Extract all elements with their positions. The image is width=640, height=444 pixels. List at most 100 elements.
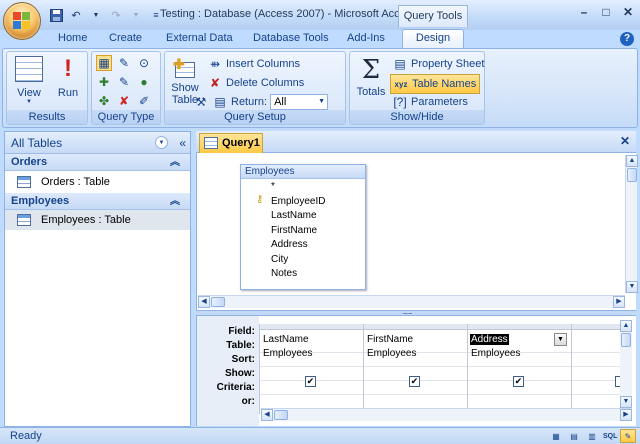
view-button[interactable]: View ▼ [11,56,47,105]
dropdown-icon[interactable]: ▼ [88,7,104,23]
column-selector[interactable] [572,324,622,330]
close-icon[interactable]: ✕ [618,4,638,20]
nav-item-label: Employees : Table [41,214,131,226]
redo-icon[interactable]: ↷ [108,7,124,23]
builder-icon[interactable]: ⚒ [193,94,209,110]
show-checkbox[interactable]: ✔ [305,376,316,387]
return-select[interactable]: All ▼ [270,94,329,110]
update-query-icon[interactable]: ✎ [116,74,132,90]
scroll-thumb[interactable] [274,410,288,420]
column-selector[interactable] [468,324,571,330]
data-definition-icon[interactable]: ✐ [136,93,152,109]
field-item[interactable]: FirstName [271,225,317,236]
column-selector[interactable] [260,324,363,330]
grid-horizontal-scrollbar[interactable]: ◀ ▶ [261,408,632,421]
append-query-icon[interactable]: ✚ [96,74,112,90]
crosstab-query-icon[interactable]: ⊙ [136,55,152,71]
pass-through-icon[interactable]: ✤ [96,93,112,109]
nav-item-employees-table[interactable]: Employees : Table [5,210,190,230]
close-document-icon[interactable]: ✕ [620,134,630,148]
scroll-right-icon[interactable]: ▶ [620,409,632,421]
help-icon[interactable]: ? [620,32,634,46]
grid-table-cell[interactable]: Employees [471,348,520,359]
grid-column[interactable]: FirstName Employees ✔ [363,324,467,414]
maximize-icon[interactable]: □ [596,4,616,20]
delete-query-icon[interactable]: ✘ [116,93,132,109]
union-query-icon[interactable]: ● [136,74,152,90]
property-sheet-button[interactable]: ▤ Property Sheet [392,56,484,72]
show-checkbox[interactable]: ✔ [513,376,524,387]
grid-table-cell[interactable]: Employees [367,348,416,359]
office-button[interactable] [3,2,41,40]
scroll-left-icon[interactable]: ◀ [198,296,210,308]
dropdown-icon[interactable]: ▼ [128,7,144,23]
grid-column[interactable]: LastName Employees ✔ [259,324,363,414]
nav-item-label: Orders : Table [41,176,110,188]
collapse-group-icon: ︽ [170,157,180,168]
row-label-criteria: Criteria: [216,382,255,393]
tab-external-data[interactable]: External Data [166,30,233,48]
status-text: Ready [10,430,42,442]
field-list-employees[interactable]: Employees * ⚷ EmployeeID LastName FirstN… [240,164,366,290]
scroll-down-icon[interactable]: ▼ [620,396,632,408]
grid-field-cell[interactable]: LastName [263,334,309,345]
nav-menu-icon[interactable]: ▼ [155,136,168,149]
grid-vertical-scrollbar[interactable]: ▲ ▼ [620,320,632,408]
grid-column[interactable] [571,324,622,414]
nav-group-employees[interactable]: Employees ︽ [5,193,190,210]
field-item[interactable]: City [271,254,288,265]
scroll-left-icon[interactable]: ◀ [261,409,273,421]
pivot-table-view-icon[interactable]: ▤ [566,429,582,443]
insert-columns-button[interactable]: ⇻ Insert Columns [207,56,300,72]
field-item[interactable]: * [271,181,275,192]
tab-home[interactable]: Home [58,30,87,48]
totals-button[interactable]: Σ Totals [353,56,389,98]
delete-columns-button[interactable]: ✘ Delete Columns [207,75,304,91]
navigation-pane: All Tables ▼ « Orders ︽ Orders : Table E… [4,131,191,427]
upper-vertical-scrollbar[interactable]: ▲ ▼ [625,155,638,293]
show-checkbox[interactable]: ✔ [409,376,420,387]
parameters-button[interactable]: [?] Parameters [392,94,468,110]
collapse-pane-icon[interactable]: « [179,132,186,154]
field-item[interactable]: LastName [271,210,317,221]
tab-design[interactable]: Design [402,29,464,49]
nav-header[interactable]: All Tables ▼ « [5,132,190,154]
field-item[interactable]: Address [271,239,308,250]
grid-field-cell[interactable]: FirstName [367,334,413,345]
design-view-icon[interactable]: ✎ [620,429,636,443]
make-table-query-icon[interactable]: ✎ [116,55,132,71]
field-item[interactable]: EmployeeID [271,196,325,207]
column-selector[interactable] [364,324,467,330]
tab-add-ins[interactable]: Add-Ins [347,30,385,48]
scroll-thumb[interactable] [627,168,637,182]
chevron-down-icon: ▼ [318,98,326,105]
field-list-title[interactable]: Employees [241,165,365,179]
row-label-table: Table: [226,340,255,351]
save-icon[interactable] [48,7,64,23]
run-button[interactable]: ! Run [51,56,85,100]
nav-item-orders-table[interactable]: Orders : Table [5,172,190,192]
field-item[interactable]: Notes [271,268,297,279]
undo-icon[interactable]: ↶ [68,7,84,23]
scroll-thumb[interactable] [211,297,225,307]
datasheet-view-icon[interactable]: ▦ [548,429,564,443]
select-query-icon[interactable]: ▦ [96,55,112,71]
table-names-button[interactable]: xyz Table Names [390,74,481,94]
scroll-down-icon[interactable]: ▼ [626,281,638,293]
grid-column[interactable]: Address ▼ Employees ✔ [467,324,571,414]
chevron-down-icon[interactable]: ▼ [554,333,567,346]
scroll-up-icon[interactable]: ▲ [620,320,632,332]
tab-database-tools[interactable]: Database Tools [253,30,329,48]
scroll-up-icon[interactable]: ▲ [626,155,638,167]
minimize-icon[interactable]: – [574,4,594,20]
scroll-thumb[interactable] [621,333,631,347]
totals-label: Totals [356,86,386,98]
pivot-chart-view-icon[interactable]: ▥ [584,429,600,443]
nav-group-orders[interactable]: Orders ︽ [5,154,190,171]
sql-view-icon[interactable]: SQL [602,429,618,443]
grid-table-cell[interactable]: Employees [263,348,312,359]
tab-create[interactable]: Create [109,30,142,48]
scroll-right-icon[interactable]: ▶ [613,296,625,308]
grid-field-cell[interactable]: Address [470,334,509,345]
tab-query1[interactable]: Query1 [199,133,263,153]
